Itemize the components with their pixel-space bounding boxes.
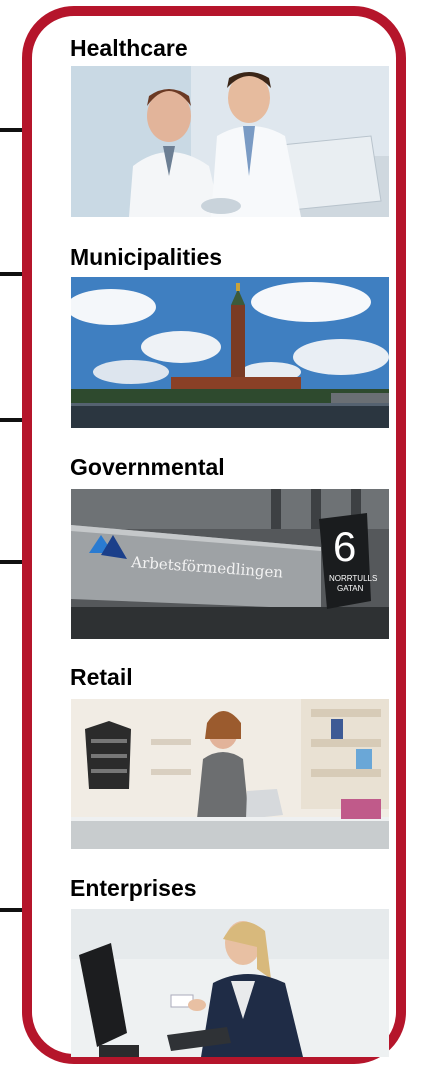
street-name-line2: GATAN	[337, 584, 364, 593]
section-title-municipalities: Municipalities	[70, 244, 223, 270]
enterprises-photo	[71, 909, 389, 1057]
section-title-enterprises: Enterprises	[70, 875, 197, 901]
governmental-photo: Arbetsförmedlingen 6 NORRTULLS GATAN	[71, 489, 389, 639]
street-number-text: 6	[333, 523, 356, 570]
section-title-governmental: Governmental	[70, 454, 225, 480]
section-title-healthcare: Healthcare	[70, 35, 188, 61]
street-name-line1: NORRTULLS	[329, 574, 377, 583]
municipalities-photo	[71, 277, 389, 428]
healthcare-photo	[71, 66, 389, 217]
section-title-retail: Retail	[70, 664, 133, 690]
retail-photo	[71, 699, 389, 849]
